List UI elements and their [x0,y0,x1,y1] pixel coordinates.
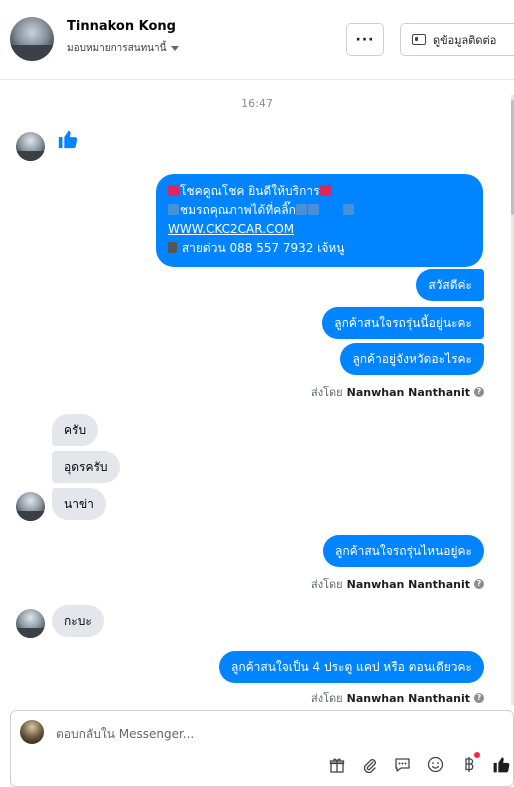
sparkle-icon [319,185,331,196]
contact-name[interactable]: Tinnakon Kong [67,19,176,34]
incoming-message[interactable]: กะบะ [52,605,104,637]
contact-avatar[interactable] [10,17,54,61]
play-icon [342,204,354,215]
outgoing-message[interactable]: ลูกค้าสนใจรถรุ่นนี้อยู่นะคะ [322,307,484,339]
sent-by-label: ส่งโดย Nanwhan Nanthanit ? [311,689,484,703]
promo-line-2: ชมรถคุณภาพได้ที่คลิ๊ก [180,203,296,217]
incoming-message[interactable]: ครับ [52,414,99,446]
contact-avatar-small [16,492,45,521]
sent-by-label: ส่งโดย Nanwhan Nanthanit ? [311,575,484,593]
baht-icon[interactable] [459,752,480,774]
notification-dot [474,752,480,758]
play-icon [168,204,179,215]
view-contact-label: ดูข้อมูลติดต่อ [433,33,497,47]
incoming-message[interactable]: นาข่า [52,488,106,520]
website-link[interactable]: WWW.CKC2CAR.COM [168,220,471,239]
outgoing-message[interactable]: ลูกค้าสนใจเป็น 4 ประตู แคป หรือ ตอนเดียว… [218,651,484,683]
help-icon[interactable]: ? [474,387,484,397]
message-thread: 16:47 โชคคูณโชค ยินดีให้บริการ ชมรถคุณภา… [0,81,514,703]
promo-line-1: โชคคูณโชค ยินดีให้บริการ [180,184,320,198]
down-arrow-icon [307,204,319,215]
promo-line-4: สายด่วน 088 557 7932 เจ้หนู [181,241,345,255]
sent-by-label: ส่งโดย Nanwhan Nanthanit ? [311,383,484,401]
incoming-message[interactable]: อุดรครับ [52,451,120,483]
message-timestamp: 16:47 [241,97,273,110]
contact-avatar-small [16,609,45,638]
help-icon[interactable]: ? [474,693,484,703]
sparkle-icon [168,185,179,196]
outgoing-message[interactable]: ลูกค้าสนใจรถรุ่นไหนอยู่คะ [322,535,484,567]
gift-icon[interactable] [327,755,346,774]
more-options-button[interactable]: ··· [346,23,384,56]
card-icon [412,34,426,45]
sender-name[interactable]: Nanwhan Nanthanit [347,386,470,399]
emoji-icon[interactable] [426,755,445,774]
speech-icon[interactable] [393,755,412,774]
composer-toolbar [327,752,511,774]
assign-conversation-dropdown[interactable]: มอบหมายการสนทนานี้ [67,41,180,56]
sender-name[interactable]: Nanwhan Nanthanit [347,578,470,591]
page-avatar [20,720,44,744]
view-contact-button[interactable]: ดูข้อมูลติดต่อ [400,23,514,56]
message-composer[interactable]: ตอบกลับใน Messenger... [10,710,514,787]
outgoing-message[interactable]: สวัสดีค่ะ [416,269,484,301]
conversation-header: Tinnakon Kong มอบหมายการสนทนานี้ ··· ดูข… [0,0,514,80]
assign-label: มอบหมายการสนทนานี้ [67,43,167,54]
outgoing-message[interactable]: ลูกค้าอยู่จังหวัดอะไรคะ [340,343,484,375]
help-icon[interactable]: ? [474,579,484,589]
caret-down-icon [171,46,180,51]
phone-icon [168,242,177,253]
paperclip-icon[interactable] [360,755,379,774]
reply-input[interactable]: ตอบกลับใน Messenger... [56,725,194,744]
thumbs-up-icon [58,130,78,149]
promo-message-bubble[interactable]: โชคคูณโชค ยินดีให้บริการ ชมรถคุณภาพได้ที… [156,174,483,267]
like-icon[interactable] [492,755,511,774]
sender-name[interactable]: Nanwhan Nanthanit [347,692,470,704]
contact-avatar-small [16,132,45,161]
down-arrow-icon [295,204,307,215]
